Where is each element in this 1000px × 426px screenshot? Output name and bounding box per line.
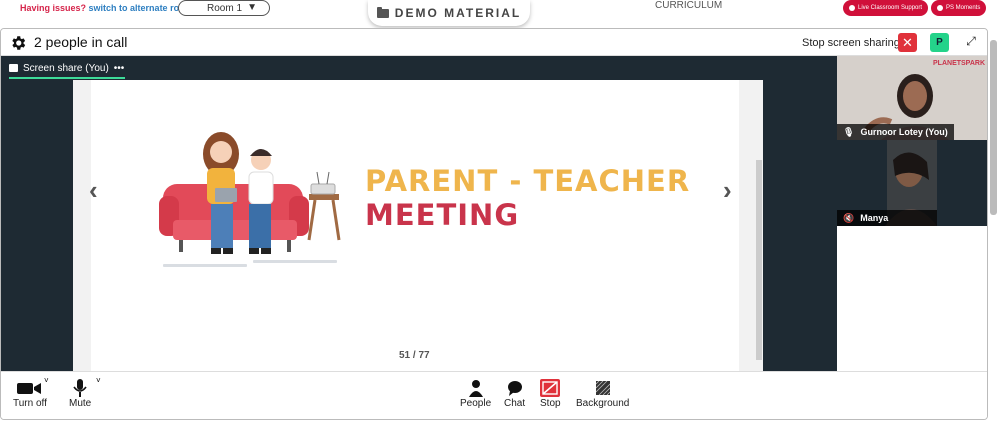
mute-button[interactable]: Mute [69,378,91,409]
stop-share-button[interactable]: Stop [540,378,561,409]
video-name-self-label: Gurnoor Lotey (You) [860,127,948,137]
chat-icon [507,381,522,396]
issues-notice: Having issues? switch to alternate room [20,3,193,13]
turn-off-label: Turn off [13,398,47,409]
microphone-muted-icon: 🔇 [843,212,855,223]
live-support-button[interactable]: Live Classroom Support [843,0,929,16]
expand-icon[interactable]: ⤢ [963,34,979,50]
people-button[interactable]: People [460,378,491,409]
stop-sharing-close-button[interactable]: ✕ [898,33,917,52]
issues-text: Having issues? [20,3,87,13]
ps-moments-label: PS Moments [946,5,981,11]
background-icon [595,381,610,395]
mute-label: Mute [69,398,92,409]
slide-title-line2: MEETING [365,198,520,232]
folder-icon [376,6,389,18]
parents-illustration [159,132,341,267]
screen-share-stage: ‹ › PARENT - TEACHER MEETING 51 / 77 [1,80,837,371]
demo-material-label: DEMO MATERIAL [394,6,522,20]
call-header: 2 people in call Stop screen sharing ✕ P… [1,29,987,56]
page-scrollbar[interactable] [990,40,997,215]
alternate-room-link[interactable]: switch to alternate room [89,3,193,13]
video-name-manya: 🔇 Manya [837,210,937,226]
slide-scrollbar[interactable] [756,160,762,360]
people-label: People [460,398,492,409]
call-controls: Turn off ˅ Mute ˅ People Chat Stop Backg… [1,371,987,419]
ps-moments-button[interactable]: PS Moments [931,0,987,16]
more-options-icon[interactable]: ••• [114,63,125,74]
slide-viewport: ‹ › PARENT - TEACHER MEETING 51 / 77 [73,80,763,371]
screen-share-label: Screen share (You) [23,62,109,74]
room-select[interactable]: Room 1 ▼ [178,0,270,16]
camera-options-chevron-icon[interactable]: ˅ [44,376,49,385]
stop-screen-sharing-label[interactable]: Stop screen sharing [802,37,900,49]
video-tile-self: PLANETSPARK 🎙 Gurnoor Lotey (You) [837,56,987,140]
live-support-label: Live Classroom Support [858,5,923,11]
planetspark-logo: PLANETSPARK [933,60,985,67]
video-panel: PLANETSPARK 🎙 Gurnoor Lotey (You) 🔇 Many… [837,56,987,371]
close-icon: ✕ [902,34,913,50]
top-bar: Having issues? switch to alternate room … [0,0,1000,28]
mic-options-chevron-icon[interactable]: ˅ [96,376,101,385]
stop-share-icon [540,379,561,397]
slide-title-line1: PARENT - TEACHER [365,164,691,198]
camera-icon [937,5,943,11]
support-icon [849,5,855,11]
chat-button[interactable]: Chat [504,378,525,409]
turn-off-camera-button[interactable]: Turn off [13,378,47,409]
video-name-manya-label: Manya [860,213,889,223]
background-label: Background [576,398,630,409]
microphone-icon: 🎙 [843,126,855,137]
screen-share-tab[interactable]: Screen share (You) ••• [9,60,124,76]
stop-label: Stop [540,398,561,409]
call-title: 2 people in call [34,34,128,50]
background-button[interactable]: Background [576,378,629,409]
next-slide-icon[interactable]: › [723,175,732,206]
video-name-self: 🎙 Gurnoor Lotey (You) [837,124,954,140]
share-tab-bar: Screen share (You) ••• [1,56,837,80]
slide: ‹ › PARENT - TEACHER MEETING 51 / 77 [89,80,739,371]
people-icon [468,380,483,397]
participant-badge[interactable]: P [930,33,949,52]
curriculum-tab[interactable]: CURRICULUM [655,0,722,11]
slide-page-number: 51 / 77 [399,350,430,361]
previous-slide-icon[interactable]: ‹ [89,175,98,206]
video-tile-manya: 🔇 Manya [837,140,987,226]
chat-label: Chat [504,398,526,409]
classroom-frame: 2 people in call Stop screen sharing ✕ P… [0,28,988,420]
video-camera-icon [16,383,41,394]
gear-icon[interactable] [9,34,27,52]
screen-share-icon [9,64,18,72]
demo-material-tab[interactable]: DEMO MATERIAL [368,0,530,26]
caret-down-icon: ▼ [247,2,257,13]
microphone-icon [73,379,87,397]
active-tab-indicator [9,77,125,79]
room-select-value: Room 1 [207,2,243,14]
